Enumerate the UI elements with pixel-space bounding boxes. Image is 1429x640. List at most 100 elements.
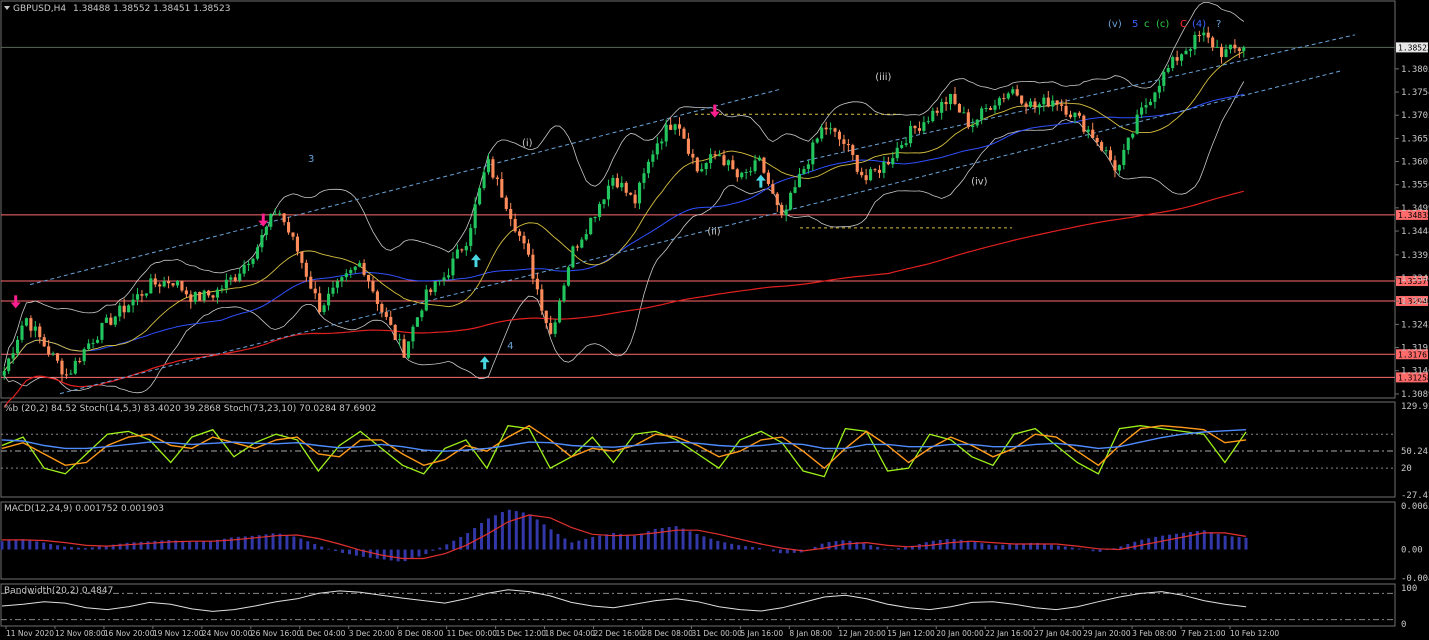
candle-body [984,108,988,110]
candle-body [455,249,459,259]
candle-body [353,266,357,271]
candle-body [886,161,890,165]
candle-body [478,188,482,205]
price-tick-label: 1.33955 [1401,251,1429,261]
candle-body [1126,137,1130,150]
candle-body [1220,46,1224,57]
candle-body [11,353,15,359]
candle-body [611,177,615,186]
candle-body [313,288,317,294]
candle-body [1175,57,1179,61]
candle-body [193,292,197,302]
candle-body [69,373,73,375]
candle-body [566,267,571,286]
candle-body [175,280,180,286]
candle-body [957,103,961,113]
candle-body [580,239,584,248]
candle-body [900,144,904,148]
arrow-shaft [759,179,763,188]
time-tick-label: 16 Nov 20:00 [104,629,155,638]
price-axis: 1.38050 1.37540 1.37030 1.36520 1.36010 1.355… [1395,65,1429,400]
trading-chart[interactable]: GBPUSD,H4 1.38488 1.38552 1.38451 1.3852… [0,0,1429,640]
time-tick-label: 7 Feb 21:00 [1181,629,1226,638]
candle-body [1068,114,1073,118]
candle-body [584,234,588,240]
candle-body [1113,160,1117,171]
wave-count-label: (c) [1156,19,1169,30]
candle-body [389,316,393,325]
candle-body [1237,48,1241,51]
price-tick-label: 1.34990 [1401,204,1429,214]
candle-body [744,172,748,174]
candle-body [882,161,886,173]
candle-body [171,283,175,286]
candle-body [438,280,442,282]
time-tick-label: 18 Dec 04:00 [545,629,596,638]
candle-body [700,169,704,172]
candle-body [837,131,842,140]
candle-body [833,128,837,132]
candle-body [131,299,135,306]
candle-body [1046,97,1050,107]
candle-body [109,317,113,325]
candle-body [971,125,975,128]
candle-body [33,326,37,331]
candle-body [398,339,402,341]
candle-body [273,213,277,215]
candle-body [860,171,864,176]
candle-body [411,326,415,342]
candle-body [1002,98,1006,100]
candle-body [486,159,491,173]
candle-body [1166,67,1170,72]
candle-body [926,121,930,123]
candle-body [1095,137,1099,143]
candle-body [593,217,597,219]
candle-body [642,173,646,183]
candle-body [384,312,388,317]
time-tick-label: 12 Jan 20:00 [838,629,886,638]
candle-body [735,169,739,178]
candle-body [1015,89,1019,96]
candle-body [553,322,557,334]
candle-body [295,236,300,252]
candle-body [198,292,202,301]
price-tick-label: 1.37540 [1401,88,1429,98]
candle-body [673,124,677,130]
candle-body [264,226,268,235]
candle-body [731,160,735,170]
chart-header: GBPUSD,H4 1.38488 1.38552 1.38451 1.3852… [4,4,230,14]
candle-body [571,246,575,268]
candle-body [980,108,984,120]
candle-body [851,145,855,155]
candle-body [1162,71,1166,86]
candle-body [931,110,935,122]
time-tick-label: 5 Jan 16:00 [740,629,783,638]
candle-body [7,358,11,372]
candle-body [380,303,384,313]
wave-count-label: (v) [1108,19,1122,30]
bandwidth-tick-label: 0 [1401,620,1406,630]
time-tick-label: 24 Nov 00:00 [202,629,253,638]
candle-body [238,273,242,281]
arrow-shaft [713,104,717,113]
candle-body [1215,46,1219,48]
price-tick-label: 1.32935 [1401,297,1429,307]
candle-body [318,293,322,313]
candle-body [51,353,55,355]
candle-body [562,285,566,302]
stochastic-title: %b (20,2) 84.52 Stoch(14,5,3) 83.4020 39… [4,404,376,414]
candle-body [820,127,824,139]
wave-label: 3 [308,154,314,165]
candle-body [287,222,291,233]
candle-body [64,374,68,376]
ohlc-readout: 1.38488 1.38552 1.38451 1.38523 [73,4,230,14]
candle-body [589,217,593,235]
candle-body [491,159,495,178]
candle-body [789,192,793,210]
candle-body [255,247,260,259]
candle-body [144,293,148,296]
candle-body [304,262,308,277]
candle-body [309,276,313,289]
candle-body [544,310,548,324]
candle-body [620,182,624,188]
